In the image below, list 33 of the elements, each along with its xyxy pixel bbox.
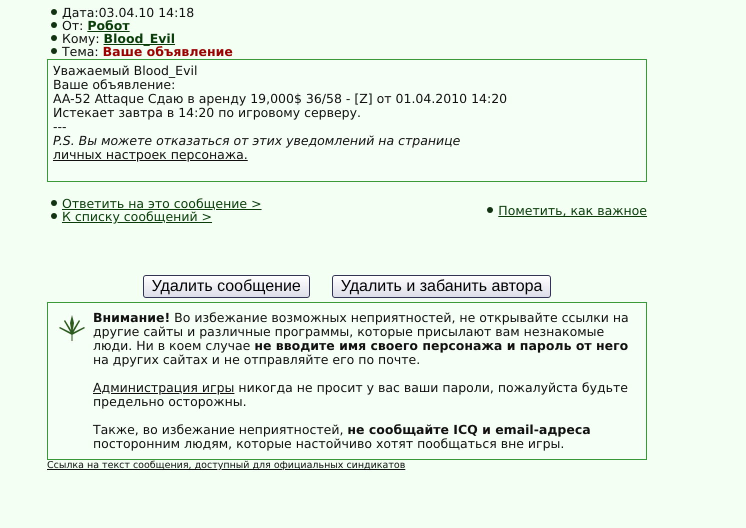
action-link[interactable]: Пометить, как важное xyxy=(498,203,647,218)
date-text: 03.04.10 14:18 xyxy=(98,6,194,19)
bullet-icon xyxy=(51,213,57,219)
field-label: От: xyxy=(62,19,84,32)
field-label: Кому: xyxy=(62,32,101,45)
message-line: Уважаемый Blood_Evil xyxy=(53,64,198,78)
warning-text: Также, во избежание неприятностей, не сообщайте ICQ и email-адреса посторонним людям, которые настойчиво хотят пообщаться вне игры. xyxy=(93,423,592,451)
administration-link[interactable]: Администрация игры xyxy=(93,380,234,395)
message-line: --- xyxy=(53,120,68,134)
settings-link[interactable]: личных настроек персонажа. xyxy=(53,147,248,162)
subject-text: Ваше объявление xyxy=(102,45,233,58)
field-label: Тема: xyxy=(62,45,100,58)
action-link[interactable]: Ответить на это сообщение > xyxy=(62,196,262,211)
delete-button[interactable]: Удалить сообщение xyxy=(142,275,310,298)
message-line: Истекает завтра в 14:20 по игровому серверу. xyxy=(53,106,362,120)
bullet-icon xyxy=(51,22,57,28)
bullet-icon xyxy=(51,9,57,15)
message-line: Ваше объявление: xyxy=(53,78,176,92)
field-label: Дата: xyxy=(62,6,99,19)
action-link[interactable]: К списку сообщений > xyxy=(62,209,212,224)
ps-text: P.S. Вы можете отказаться от этих уведомлений на странице личных настроек персонажа. xyxy=(53,134,462,162)
warning-text: Внимание! Во избежание возможных неприятностей, не открывайте ссылки на другие сайты и различные программы, которые присылают вам незнакомые люди. Ни в коем случае не вводите имя своего персонажа и пароль от него на других сайтах и не отправляйте его по почте. xyxy=(93,311,630,367)
leaf-icon xyxy=(59,315,85,341)
warning-text: Администрация игры никогда не просит у вас ваши пароли, пожалуйста будьте предельно осторожны. xyxy=(93,381,629,409)
bullet-icon xyxy=(51,48,57,54)
footer-link[interactable]: Ссылка на текст сообщения, доступный для официальных синдикатов xyxy=(47,460,647,471)
name-link[interactable]: Робот xyxy=(87,19,130,32)
bullet-icon xyxy=(51,35,57,41)
bullet-icon xyxy=(51,200,57,206)
name-link[interactable]: Blood_Evil xyxy=(104,32,175,45)
delete-button[interactable]: Удалить и забанить автора xyxy=(332,275,552,298)
bullet-icon xyxy=(487,207,494,213)
message-line: AA-52 Attaque Сдаю в аренду 19,000$ 36/58 - [Z] от 01.04.2010 14:20 xyxy=(53,92,508,106)
